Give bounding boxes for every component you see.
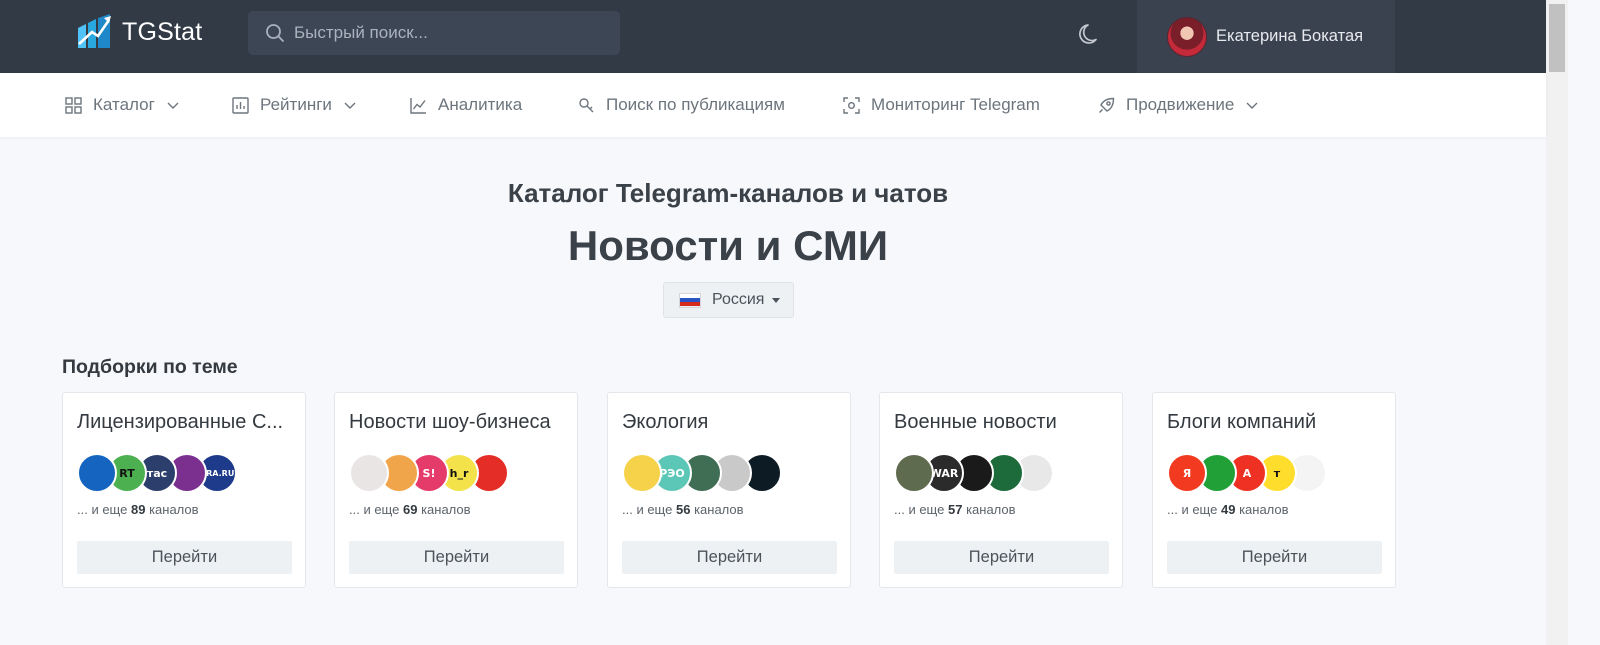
more-suffix: каналов: [966, 502, 1016, 517]
search-key-icon: [579, 97, 594, 112]
more-suffix: каналов: [149, 502, 199, 517]
channel-avatars: RT тас URA.RU: [77, 453, 237, 493]
nav-item-ratings[interactable]: Рейтинги: [232, 73, 356, 137]
channel-avatars: РЭО: [622, 453, 782, 493]
logo[interactable]: TGStat: [76, 14, 202, 50]
logo-icon: [78, 14, 111, 48]
page-gutter: [1568, 0, 1600, 645]
channel-count: 89: [130, 502, 146, 517]
nav-label: Каталог: [93, 95, 155, 114]
channel-avatars: WAR: [894, 453, 1054, 493]
user-menu[interactable]: Екатерина Бокатая: [1137, 0, 1395, 73]
channel-avatar: [349, 453, 389, 493]
collection-card[interactable]: Военные новости WAR ... и еще 57 каналов Пе…: [879, 392, 1123, 588]
channel-avatar: [894, 453, 934, 493]
more-prefix: ... и еще: [77, 502, 128, 517]
collection-card[interactable]: Блоги компаний Я Ат ... и еще 49 каналов Пер…: [1152, 392, 1396, 588]
collection-card[interactable]: Новости шоу-бизнеса S! h_r ... и еще 69 кан…: [334, 392, 578, 588]
russia-flag-icon: [679, 292, 701, 308]
channel-count: 69: [402, 502, 418, 517]
top-header: TGStat Екатерина Бокатая: [0, 0, 1546, 73]
scrollbar-thumb[interactable]: [1549, 4, 1565, 72]
chevron-down-icon: [167, 102, 179, 109]
go-button[interactable]: Перейти: [77, 541, 292, 574]
nav-item-analytics[interactable]: Аналитика: [410, 73, 522, 137]
go-button[interactable]: Перейти: [894, 541, 1109, 574]
more-channels-text: ... и еще 49 каналов: [1167, 502, 1289, 517]
scrollbar[interactable]: [1546, 0, 1568, 645]
page-subtitle: Каталог Telegram-каналов и чатов: [507, 178, 949, 208]
more-prefix: ... и еще: [622, 502, 673, 517]
more-suffix: каналов: [694, 502, 744, 517]
go-button[interactable]: Перейти: [622, 541, 837, 574]
country-label: Россия: [712, 291, 765, 308]
main-nav: Каталог Рейтинги Аналитика Поиск по публ…: [0, 73, 1546, 137]
card-title[interactable]: Блоги компаний: [1167, 411, 1383, 434]
channel-avatar: [622, 453, 662, 493]
card-title[interactable]: Экология: [622, 411, 838, 434]
search-icon: [266, 24, 284, 42]
nav-label: Мониторинг Telegram: [871, 95, 1040, 114]
grid-icon: [65, 96, 82, 114]
more-channels-text: ... и еще 69 каналов: [349, 502, 471, 517]
more-prefix: ... и еще: [894, 502, 945, 517]
moon-icon[interactable]: [1076, 20, 1104, 48]
section-title: Подборки по теме: [62, 356, 238, 378]
go-button[interactable]: Перейти: [349, 541, 564, 574]
chevron-down-icon: [344, 102, 356, 109]
card-title[interactable]: Военные новости: [894, 411, 1110, 434]
nav-item-catalog[interactable]: Каталог: [65, 73, 179, 137]
channel-avatars: S! h_r: [349, 453, 509, 493]
avatar: [1167, 16, 1207, 57]
channel-count: 49: [1220, 502, 1236, 517]
more-channels-text: ... и еще 89 каналов: [77, 502, 199, 517]
rocket-icon: [1099, 97, 1115, 113]
channel-avatar: [77, 453, 117, 493]
bar-chart-icon: [232, 96, 249, 114]
nav-label: Рейтинги: [260, 95, 332, 114]
channel-count: 56: [675, 502, 691, 517]
country-select[interactable]: Россия: [663, 282, 794, 318]
channel-count: 57: [947, 502, 963, 517]
card-title[interactable]: Лицензированные С...: [77, 411, 293, 434]
collection-card[interactable]: Экология РЭО ... и еще 56 каналов Перейти: [607, 392, 851, 588]
brand-name: TGStat: [122, 17, 203, 46]
nav-label: Аналитика: [438, 95, 523, 114]
line-chart-icon: [410, 97, 426, 114]
channel-avatars: ЯАт: [1167, 453, 1327, 493]
channel-avatar: Я: [1167, 453, 1207, 493]
more-channels-text: ... и еще 57 каналов: [894, 502, 1016, 517]
nav-item-post-search[interactable]: Поиск по публикациям: [578, 73, 785, 137]
caret-down-icon: [772, 297, 781, 303]
chevron-down-icon: [1246, 102, 1258, 109]
page-title: Новости и СМИ: [567, 222, 889, 269]
collection-card[interactable]: Лицензированные С... RT тас URA.RU ... и еще…: [62, 392, 306, 588]
scan-icon: [843, 96, 860, 114]
more-prefix: ... и еще: [1167, 502, 1218, 517]
nav-item-monitoring[interactable]: Мониторинг Telegram: [843, 73, 1040, 137]
nav-label: Продвижение: [1126, 95, 1235, 114]
more-suffix: каналов: [1239, 502, 1289, 517]
more-prefix: ... и еще: [349, 502, 400, 517]
nav-label: Поиск по публикациям: [606, 95, 785, 114]
search-input[interactable]: [294, 23, 594, 43]
card-title[interactable]: Новости шоу-бизнеса: [349, 411, 565, 434]
go-button[interactable]: Перейти: [1167, 541, 1382, 574]
user-name: Екатерина Бокатая: [1216, 27, 1364, 45]
nav-item-promotion[interactable]: Продвижение: [1098, 73, 1258, 137]
more-channels-text: ... и еще 56 каналов: [622, 502, 744, 517]
search-box[interactable]: [248, 11, 620, 55]
more-suffix: каналов: [421, 502, 471, 517]
